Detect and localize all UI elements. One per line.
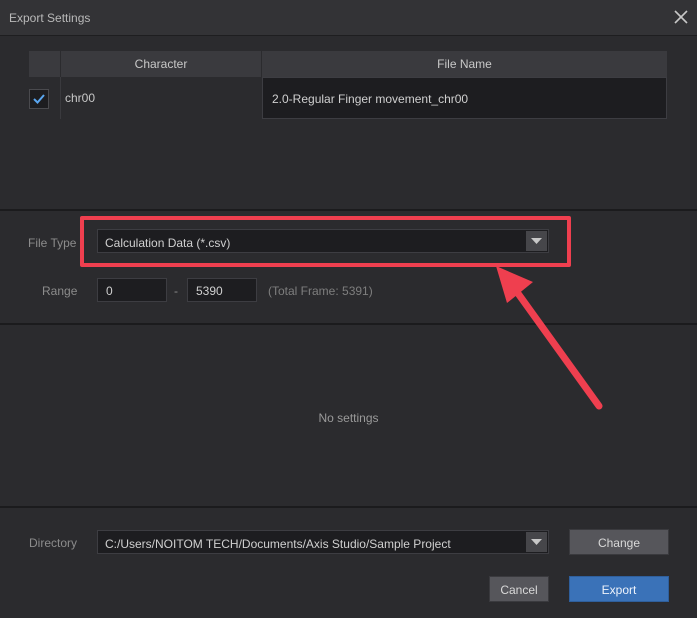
table-row: chr00 2.0-Regular Finger movement_chr00: [29, 77, 667, 119]
directory-dropdown-button[interactable]: [526, 532, 547, 552]
cancel-button[interactable]: Cancel: [489, 576, 549, 602]
export-button[interactable]: Export: [569, 576, 669, 602]
range-separator: -: [174, 284, 178, 298]
range-end-input[interactable]: 5390: [187, 278, 257, 302]
window-title: Export Settings: [9, 11, 91, 25]
header-character: Character: [61, 51, 262, 77]
file-type-label: File Type: [28, 236, 77, 250]
row-check-cell: [29, 77, 61, 119]
chevron-down-icon: [531, 539, 542, 545]
directory-value: C:/Users/NOITOM TECH/Documents/Axis Stud…: [105, 537, 451, 551]
no-settings-text: No settings: [318, 411, 379, 425]
directory-select[interactable]: C:/Users/NOITOM TECH/Documents/Axis Stud…: [97, 530, 549, 554]
range-start-value: 0: [106, 284, 113, 298]
title-bar: Export Settings: [0, 0, 697, 36]
character-table-section: Character File Name chr00 2.0-Regular Fi…: [0, 36, 697, 211]
header-check-column: [29, 51, 61, 77]
change-button[interactable]: Change: [569, 529, 669, 555]
directory-label: Directory: [29, 536, 78, 550]
checkmark-icon: [33, 94, 45, 104]
range-label: Range: [42, 284, 78, 298]
file-name-input[interactable]: 2.0-Regular Finger movement_chr00: [262, 77, 667, 119]
table-header: Character File Name: [29, 51, 667, 77]
close-icon[interactable]: [671, 7, 691, 27]
range-start-input[interactable]: 0: [97, 278, 167, 302]
file-name-value: 2.0-Regular Finger movement_chr00: [272, 92, 469, 106]
highlight-box: [80, 216, 571, 267]
row-checkbox[interactable]: [29, 89, 49, 109]
total-frame-text: (Total Frame: 5391): [268, 284, 373, 298]
range-end-value: 5390: [196, 284, 223, 298]
header-file-name: File Name: [437, 57, 492, 71]
row-character: chr00: [65, 91, 96, 105]
column-divider: [60, 77, 61, 119]
